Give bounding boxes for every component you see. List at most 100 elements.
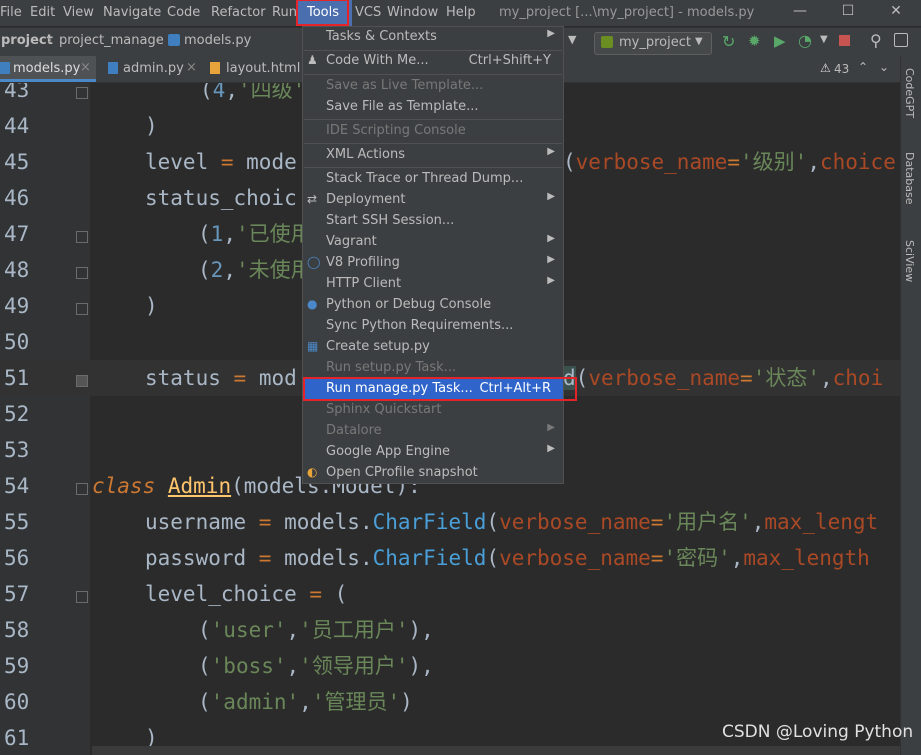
- python-file-icon: [168, 34, 180, 46]
- menu-window[interactable]: Window: [387, 5, 438, 20]
- menu-vcs[interactable]: VCS: [355, 5, 381, 20]
- user-icon: ♟: [307, 53, 318, 67]
- run-manage-highlight-box: [303, 377, 577, 401]
- line-number: 59: [4, 654, 30, 678]
- line-number: 56: [4, 546, 30, 570]
- menu-file[interactable]: File: [0, 5, 22, 20]
- submenu-arrow-icon: ▶: [547, 422, 555, 433]
- fold-marker-icon[interactable]: [76, 303, 88, 315]
- fold-marker-icon[interactable]: [76, 231, 88, 243]
- menu-item-stack-trace[interactable]: Stack Trace or Thread Dump...: [303, 169, 563, 190]
- code-line[interactable]: 56 password = models.CharField(verbose_na…: [0, 540, 900, 576]
- menu-item-label: Google App Engine: [326, 444, 451, 459]
- python-file-icon: ▦: [307, 339, 319, 353]
- menu-item-vagrant[interactable]: Vagrant ▶: [303, 232, 563, 253]
- menu-item-sync-requirements[interactable]: Sync Python Requirements...: [303, 316, 563, 337]
- menu-item-label: Code With Me...: [326, 53, 429, 68]
- code-line[interactable]: 58 ('user','员工用户'),: [0, 612, 900, 648]
- menu-item-label: Python or Debug Console: [326, 297, 492, 312]
- chevron-down-icon: ▼: [695, 36, 703, 47]
- html-file-icon: [210, 62, 220, 74]
- menu-item-label: IDE Scripting Console: [326, 123, 466, 138]
- menu-code[interactable]: Code: [167, 5, 200, 20]
- close-tab-icon[interactable]: ×: [186, 60, 197, 75]
- tab-layout-html[interactable]: layout.html: [204, 56, 306, 82]
- menu-item-deployment[interactable]: ⇄ Deployment ▶: [303, 190, 563, 211]
- profile-icon[interactable]: ◔: [798, 31, 812, 50]
- horizontal-scrollbar[interactable]: [92, 746, 900, 755]
- codegpt-tool-tab[interactable]: CodeGPT: [903, 68, 916, 118]
- tools-highlight-box: [296, 0, 349, 26]
- stop-icon[interactable]: [839, 35, 850, 46]
- coverage-icon[interactable]: ▶: [774, 32, 786, 50]
- menu-item-ssh-session[interactable]: Start SSH Session...: [303, 211, 563, 232]
- menu-item-code-with-me[interactable]: ♟ Code With Me... Ctrl+Shift+Y: [303, 51, 563, 72]
- code-line[interactable]: 55 username = models.CharField(verbose_na…: [0, 504, 900, 540]
- run-configuration-select[interactable]: my_project ▼: [594, 32, 712, 55]
- fold-marker-icon[interactable]: [76, 483, 88, 495]
- fold-marker-icon[interactable]: [76, 267, 88, 279]
- menu-item-save-file-template[interactable]: Save File as Template...: [303, 97, 563, 118]
- sciview-tool-tab[interactable]: SciView: [903, 240, 916, 282]
- menu-item-label: Run setup.py Task...: [326, 360, 457, 375]
- maximize-icon[interactable]: ☐: [838, 3, 858, 23]
- menu-item-label: Datalore: [326, 423, 382, 438]
- breadcrumb-folder[interactable]: project_manage: [59, 33, 164, 48]
- menu-item-cprofile[interactable]: ◐ Open CProfile snapshot: [303, 463, 563, 484]
- line-number: 58: [4, 618, 30, 642]
- menu-item-google-app-engine[interactable]: Google App Engine ▶: [303, 442, 563, 463]
- search-icon[interactable]: ⚲: [870, 31, 882, 50]
- breadcrumb-project[interactable]: project: [1, 33, 53, 48]
- tab-models-py[interactable]: models.py ×: [0, 56, 96, 82]
- debug-icon[interactable]: ✹: [748, 32, 761, 50]
- fold-marker-icon[interactable]: [76, 591, 88, 603]
- warning-icon[interactable]: ⚠: [820, 61, 831, 75]
- tab-admin-py[interactable]: admin.py ×: [102, 56, 198, 82]
- python-file-icon: [0, 62, 10, 74]
- menu-navigate[interactable]: Navigate: [103, 5, 161, 20]
- chevron-up-icon[interactable]: ⌃: [858, 60, 868, 74]
- menu-item-xml-actions[interactable]: XML Actions ▶: [303, 145, 563, 166]
- menu-item-sphinx[interactable]: Sphinx Quickstart: [303, 400, 563, 421]
- minimize-icon[interactable]: —: [790, 3, 810, 23]
- menu-item-label: Save as Live Template...: [326, 78, 484, 93]
- menu-bar: File Edit View Navigate Code Refactor Ru…: [0, 0, 921, 26]
- menu-help[interactable]: Help: [446, 5, 476, 20]
- chevron-down-icon[interactable]: ▼: [568, 33, 576, 46]
- code-line[interactable]: 57 level_choice = (: [0, 576, 900, 612]
- menu-item-label: Deployment: [326, 192, 406, 207]
- menu-item-http-client[interactable]: HTTP Client ▶: [303, 274, 563, 295]
- menu-item-datalore[interactable]: Datalore ▶: [303, 421, 563, 442]
- menu-item-tasks-contexts[interactable]: Tasks & Contexts ▶: [303, 27, 563, 48]
- menu-view[interactable]: View: [63, 5, 94, 20]
- menu-item-label: HTTP Client: [326, 276, 402, 291]
- menu-item-label: Vagrant: [326, 234, 377, 249]
- breadcrumb-file[interactable]: models.py: [184, 33, 251, 48]
- menu-item-save-live-template[interactable]: Save as Live Template...: [303, 76, 563, 97]
- fold-marker-icon[interactable]: [76, 375, 88, 387]
- chevron-down-icon[interactable]: ▼: [820, 34, 828, 45]
- menu-item-label: Stack Trace or Thread Dump...: [326, 171, 524, 186]
- code-line[interactable]: 60 ('admin','管理员'): [0, 684, 900, 720]
- chevron-down-icon[interactable]: ⌄: [879, 60, 889, 74]
- rerun-icon[interactable]: ↻: [722, 32, 735, 51]
- menu-item-run-setup[interactable]: Run setup.py Task...: [303, 358, 563, 379]
- menu-item-v8-profiling[interactable]: ◯ V8 Profiling ▶: [303, 253, 563, 274]
- menu-item-label: Sphinx Quickstart: [326, 402, 442, 417]
- menu-run[interactable]: Run: [272, 5, 297, 20]
- settings-icon[interactable]: [894, 33, 908, 47]
- line-number: 49: [4, 294, 30, 318]
- submenu-arrow-icon: ▶: [547, 233, 555, 244]
- fold-marker-icon[interactable]: [76, 87, 88, 99]
- submenu-arrow-icon: ▶: [547, 146, 555, 157]
- menu-item-create-setup[interactable]: ▦ Create setup.py: [303, 337, 563, 358]
- menu-item-ide-scripting-console[interactable]: IDE Scripting Console: [303, 121, 563, 142]
- code-line[interactable]: 59 ('boss','领导用户'),: [0, 648, 900, 684]
- close-tab-icon[interactable]: ×: [80, 60, 91, 75]
- menu-refactor[interactable]: Refactor: [211, 5, 266, 20]
- submenu-arrow-icon: ▶: [547, 275, 555, 286]
- menu-edit[interactable]: Edit: [30, 5, 55, 20]
- database-tool-tab[interactable]: Database: [903, 152, 916, 205]
- close-icon[interactable]: ✕: [886, 3, 906, 23]
- menu-item-python-console[interactable]: ● Python or Debug Console: [303, 295, 563, 316]
